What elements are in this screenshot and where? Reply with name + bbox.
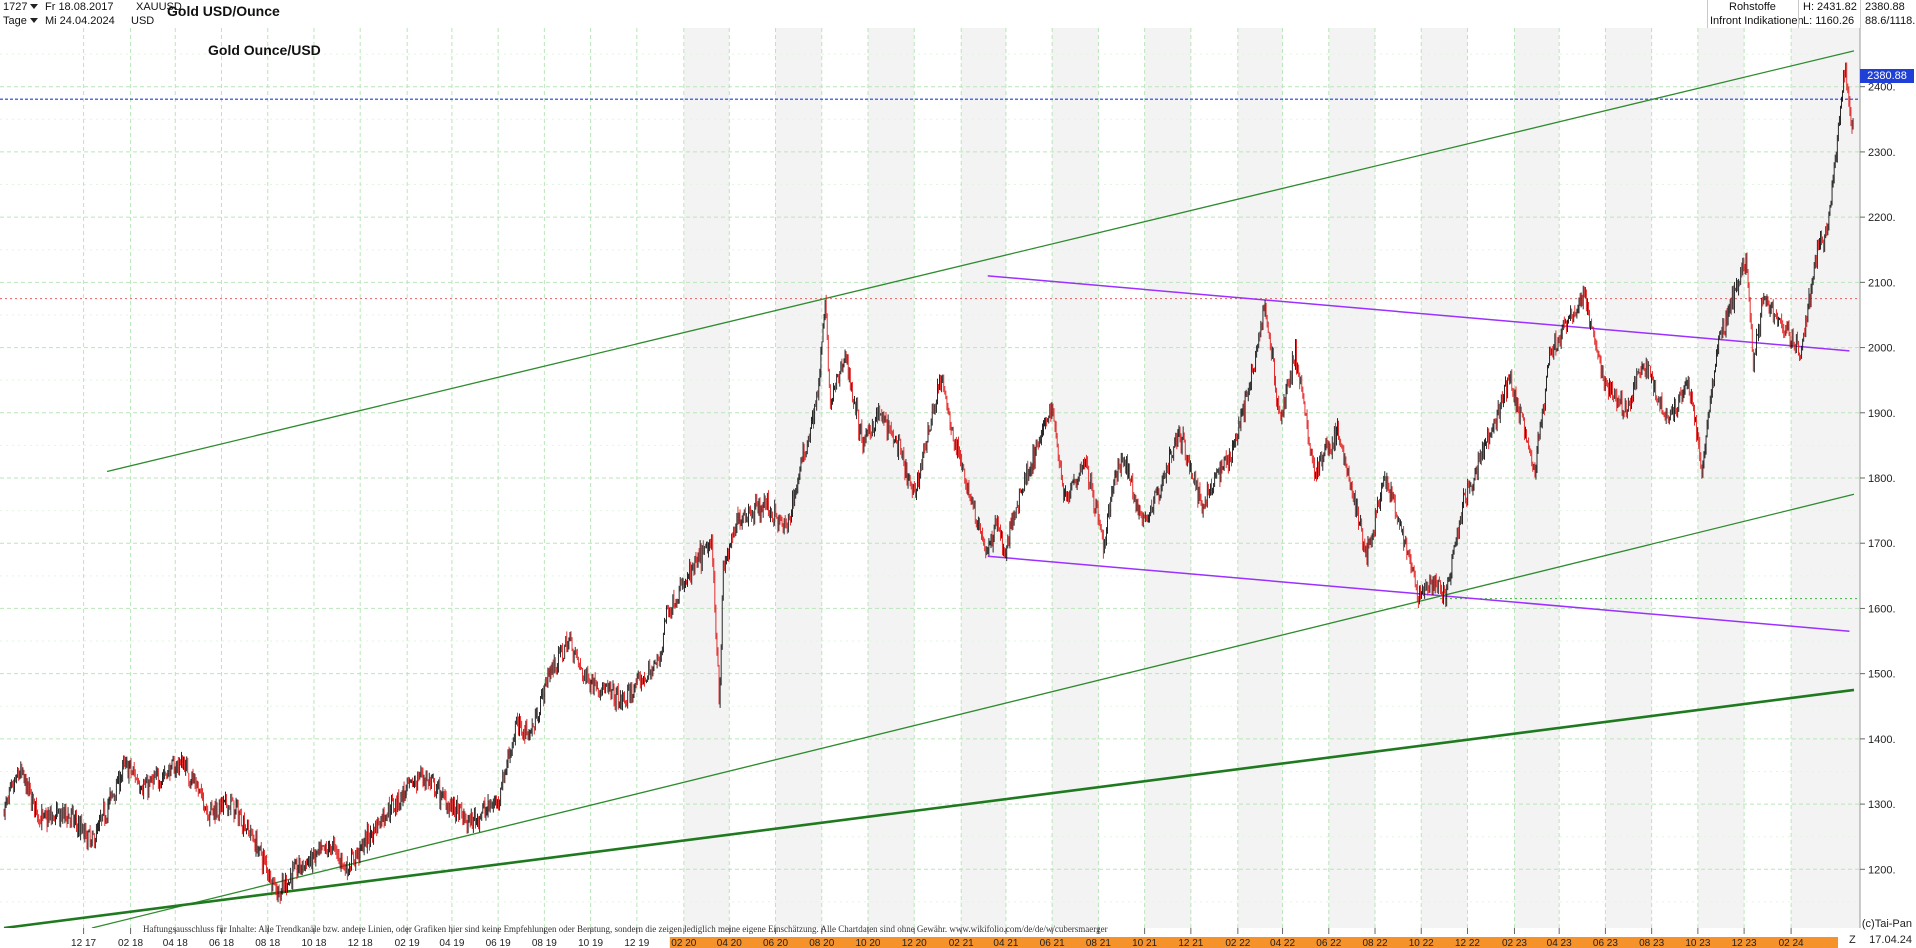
chart-title: Gold Ounce/USD (208, 42, 321, 58)
x-tick-label: 02 21 (949, 938, 974, 948)
y-tick-label: 2200. (1868, 212, 1896, 224)
y-tick-label: 2000. (1868, 343, 1896, 355)
x-tick-label: 06 23 (1593, 938, 1618, 948)
last-price-tag: 2380.88 (1860, 69, 1914, 83)
x-tick-label: 08 20 (809, 938, 834, 948)
x-tick-label: 10 21 (1132, 938, 1157, 948)
x-tick-label: 12 22 (1455, 938, 1480, 948)
y-tick-label: 1700. (1868, 538, 1896, 550)
x-tick-label: 02 19 (395, 938, 420, 948)
price-chart[interactable]: 1200. 1300. 1400. 1500. 1600. 1700. 1800. 1900.… (0, 0, 1916, 948)
x-tick-label: 02 24 (1779, 938, 1804, 948)
y-tick-label: 2100. (1868, 277, 1896, 289)
x-tick-label: 08 22 (1363, 938, 1388, 948)
end-date-label: 17.04.24 (1869, 934, 1912, 946)
x-tick-label: 02 22 (1225, 938, 1250, 948)
plot-area (0, 28, 1860, 928)
disclaimer-text: Haftungsausschluss für Inhalte: Alle Tre… (143, 924, 1108, 934)
x-tick-label: 06 20 (763, 938, 788, 948)
x-tick-label: 08 21 (1086, 938, 1111, 948)
x-tick-label: 12 23 (1732, 938, 1757, 948)
y-tick-label: 1400. (1868, 734, 1896, 746)
x-tick-label: 02 20 (671, 938, 696, 948)
y-tick-label: 1800. (1868, 473, 1896, 485)
y-tick-label: 1300. (1868, 799, 1896, 811)
x-tick-label: 04 22 (1270, 938, 1295, 948)
y-tick-label: 1500. (1868, 669, 1896, 681)
x-tick-label: 08 19 (532, 938, 557, 948)
x-tick-label: 06 21 (1040, 938, 1065, 948)
x-tick-label: 04 21 (993, 938, 1018, 948)
x-tick-label: 06 19 (486, 938, 511, 948)
x-tick-label: 12 20 (902, 938, 927, 948)
x-tick-label: 02 18 (118, 938, 143, 948)
x-tick-label: 12 17 (71, 938, 96, 948)
zoom-button[interactable]: Z (1849, 934, 1856, 946)
x-tick-label: 12 19 (624, 938, 649, 948)
y-tick-label: 2300. (1868, 147, 1896, 159)
x-tick-label: 06 18 (209, 938, 234, 948)
y-axis-ticks: 1200. 1300. 1400. 1500. 1600. 1700. 1800. 1900.… (1860, 82, 1896, 876)
x-tick-label: 04 20 (717, 938, 742, 948)
x-tick-label: 12 18 (348, 938, 373, 948)
x-tick-label: 10 19 (578, 938, 603, 948)
x-tick-label: 10 20 (855, 938, 880, 948)
x-tick-label: 08 23 (1639, 938, 1664, 948)
x-tick-label: 04 23 (1547, 938, 1572, 948)
y-tick-label: 1200. (1868, 864, 1896, 876)
y-tick-label: 1900. (1868, 408, 1896, 420)
x-tick-label: 06 22 (1316, 938, 1341, 948)
x-tick-label: 12 21 (1178, 938, 1203, 948)
x-tick-label: 10 22 (1409, 938, 1434, 948)
copyright-label: (c)Tai-Pan (1861, 918, 1912, 930)
x-tick-label: 10 18 (301, 938, 326, 948)
y-tick-label: 2400. (1868, 82, 1896, 94)
x-tick-label: 04 18 (163, 938, 188, 948)
y-tick-label: 1600. (1868, 603, 1896, 615)
x-tick-label: 04 19 (439, 938, 464, 948)
x-tick-label: 10 23 (1685, 938, 1710, 948)
x-tick-label: 02 23 (1502, 938, 1527, 948)
chart-window: 1727 Fr 18.08.2017 XAUUSD Tage Mi 24.04.… (0, 0, 1916, 948)
x-tick-label: 08 18 (255, 938, 280, 948)
